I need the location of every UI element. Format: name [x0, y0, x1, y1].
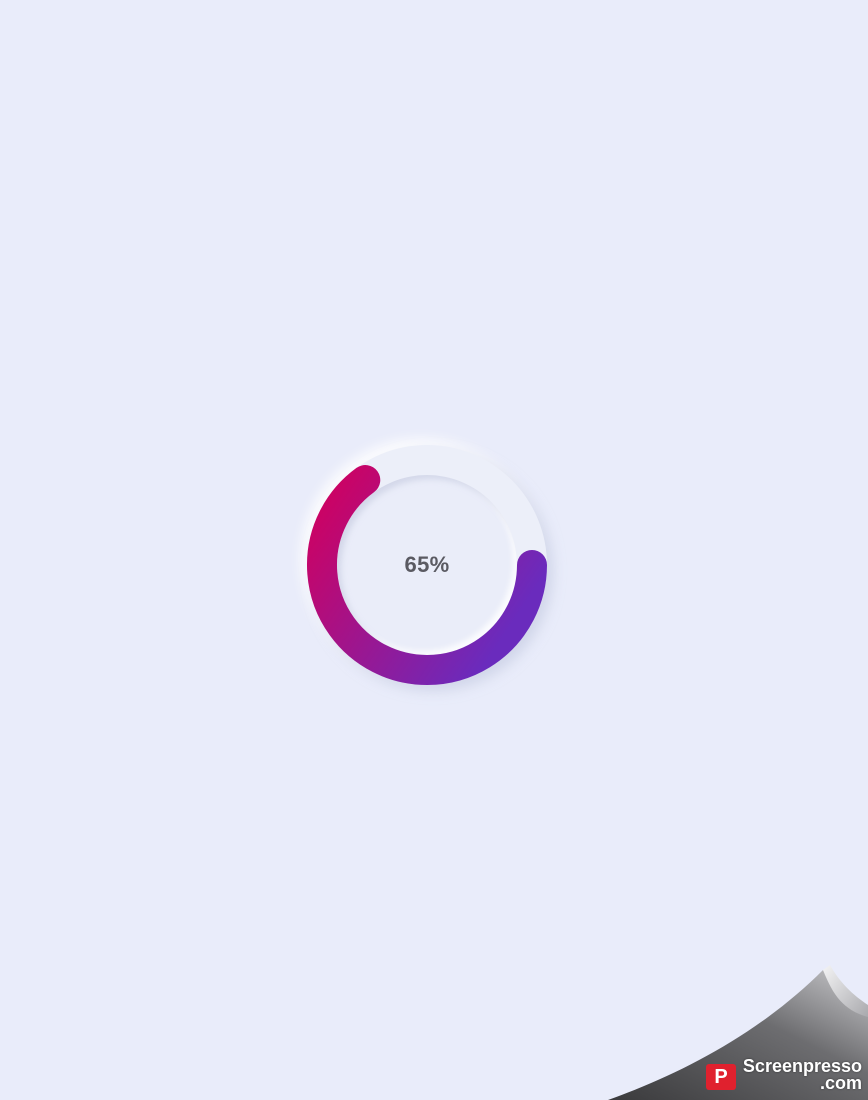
brand-line-2: .com [819, 1073, 862, 1093]
progress-percent-label: 65% [404, 552, 450, 577]
screenpresso-brand-text: Screenpresso .com [743, 1057, 862, 1093]
screenpresso-logo-icon: P [706, 1064, 736, 1090]
screenpresso-watermark: P Screenpresso .com [608, 965, 868, 1100]
circular-progress: 65% [307, 445, 547, 685]
